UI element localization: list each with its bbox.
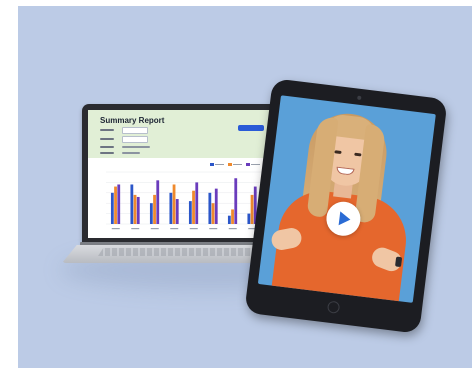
legend-swatch <box>246 163 250 166</box>
chart-bar <box>156 180 160 224</box>
report-chart <box>98 160 268 234</box>
legend-label <box>215 164 224 165</box>
x-tick-label <box>209 228 218 230</box>
video-player[interactable] <box>257 95 436 303</box>
chart-bar <box>149 203 153 224</box>
chart-bar <box>250 194 254 224</box>
report-header: Summary Report <box>88 110 276 158</box>
chart-bar <box>169 192 173 224</box>
legend-swatch <box>210 163 214 166</box>
laptop-lid: Summary Report <box>82 104 282 244</box>
report-field-label <box>100 146 114 148</box>
chart-bar <box>188 201 192 224</box>
promo-image: Summary Report <box>0 0 472 368</box>
chart-bar <box>234 178 238 224</box>
report-field-value <box>122 146 150 148</box>
chart-bar <box>110 192 114 224</box>
x-tick-label <box>131 228 140 230</box>
report-title: Summary Report <box>100 116 165 125</box>
chart-bar <box>247 213 251 224</box>
x-tick-label <box>111 228 120 230</box>
laptop-keyboard <box>98 248 272 256</box>
chart-bar <box>153 194 156 224</box>
bar-chart <box>106 163 262 230</box>
legend-label <box>233 164 242 165</box>
chart-bar <box>133 194 137 224</box>
chart-bar <box>114 186 117 224</box>
report-field-label <box>100 152 114 154</box>
x-tick-label <box>189 228 198 230</box>
chart-bar <box>231 209 234 224</box>
chart-bar <box>192 190 195 224</box>
report-field-value <box>122 152 140 154</box>
play-icon <box>338 211 352 227</box>
report-select[interactable] <box>122 127 148 134</box>
chart-bar <box>175 199 179 224</box>
legend-label <box>251 164 260 165</box>
chart-bar <box>214 188 218 224</box>
chart-bar <box>136 196 140 224</box>
laptop-screen: Summary Report <box>88 110 276 238</box>
presenter-watch <box>395 256 403 268</box>
chart-bar <box>227 215 231 224</box>
tablet-camera <box>357 95 362 101</box>
x-tick-label <box>170 228 179 230</box>
x-tick-label <box>228 228 237 230</box>
chart-bar <box>117 184 121 224</box>
report-field-label <box>100 138 114 140</box>
chart-bar <box>130 184 134 224</box>
legend-swatch <box>228 163 232 166</box>
chart-bar <box>211 203 215 224</box>
chart-bar <box>172 184 176 224</box>
tablet <box>244 78 448 334</box>
tablet-home-button <box>326 300 341 314</box>
report-select[interactable] <box>122 136 148 143</box>
chart-bar <box>195 182 199 224</box>
x-tick-label <box>150 228 159 230</box>
chart-bar <box>208 192 212 224</box>
report-field-label <box>100 129 114 131</box>
report-action-button[interactable] <box>238 125 264 131</box>
